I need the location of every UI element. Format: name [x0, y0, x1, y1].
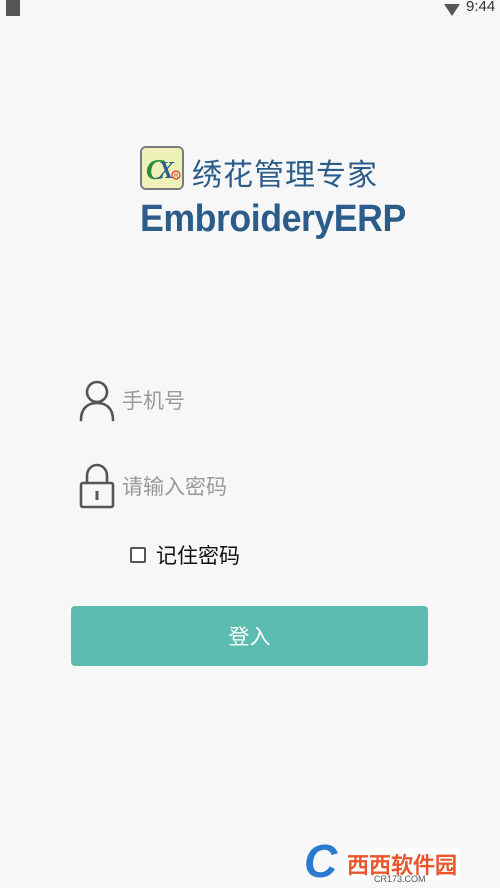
lock-icon — [79, 463, 115, 509]
watermark-c-icon: C — [304, 835, 338, 887]
status-time: 9:44 — [466, 0, 496, 15]
remember-password[interactable]: 记住密码 — [130, 540, 240, 570]
phone-input[interactable] — [122, 384, 422, 418]
signal-icon — [444, 4, 460, 16]
watermark-logo: C 西西软件园 CR173.COM — [304, 835, 494, 887]
user-icon — [79, 380, 115, 422]
status-bar: 9:44 — [0, 0, 500, 24]
notification-icon — [6, 0, 20, 16]
app-logo-icon: C X R — [140, 146, 184, 190]
remember-password-checkbox[interactable] — [130, 547, 146, 563]
svg-text:X: X — [157, 158, 175, 184]
watermark-url: CR173.COM — [374, 874, 426, 884]
brand-title-en: EmbroideryERP — [140, 198, 406, 240]
password-input[interactable] — [122, 470, 422, 504]
phone-field-row — [78, 376, 438, 428]
brand-title-cn: 绣花管理专家 — [192, 158, 378, 193]
svg-text:R: R — [174, 174, 179, 180]
login-button[interactable]: 登入 — [71, 606, 428, 666]
password-field-row — [78, 462, 438, 514]
remember-password-label: 记住密码 — [156, 544, 240, 568]
